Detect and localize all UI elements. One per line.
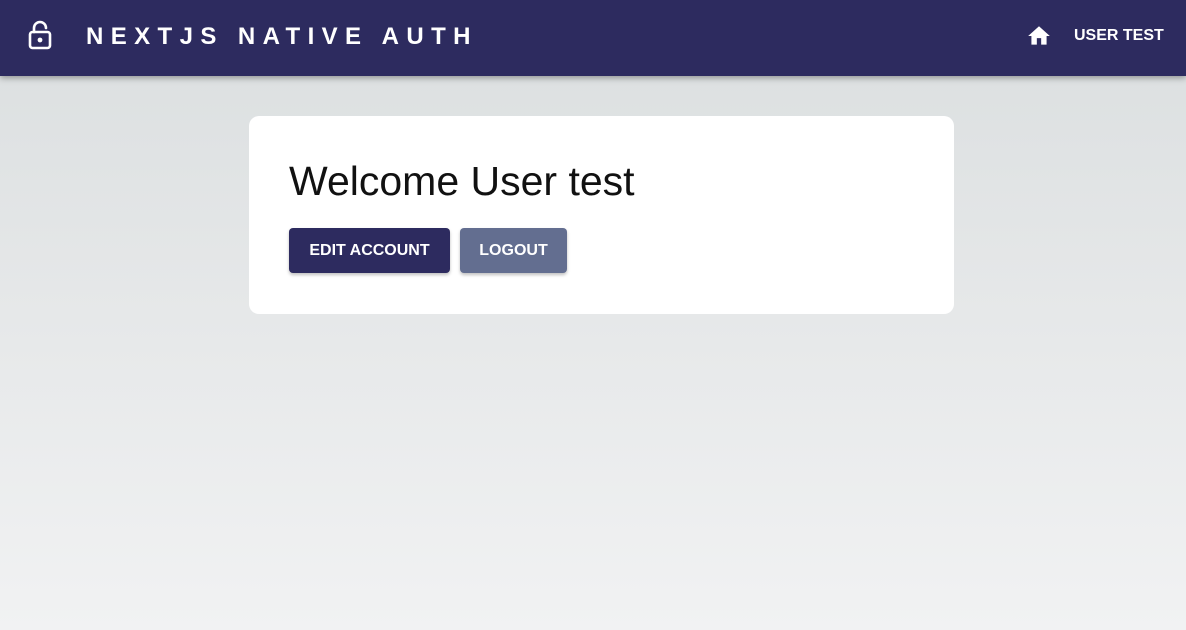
unlocked-padlock-icon[interactable] xyxy=(26,20,54,50)
welcome-card: Welcome User test EDIT ACCOUNT LOGOUT xyxy=(249,116,954,314)
edit-account-button[interactable]: EDIT ACCOUNT xyxy=(289,228,450,273)
logout-button[interactable]: LOGOUT xyxy=(460,228,567,273)
home-icon[interactable] xyxy=(1026,23,1052,49)
welcome-heading: Welcome User test xyxy=(289,158,635,204)
user-menu-button[interactable]: USER TEST xyxy=(1068,22,1170,50)
app-bar: NEXTJS NATIVE AUTH USER TEST xyxy=(0,0,1186,76)
app-title: NEXTJS NATIVE AUTH xyxy=(86,23,478,50)
